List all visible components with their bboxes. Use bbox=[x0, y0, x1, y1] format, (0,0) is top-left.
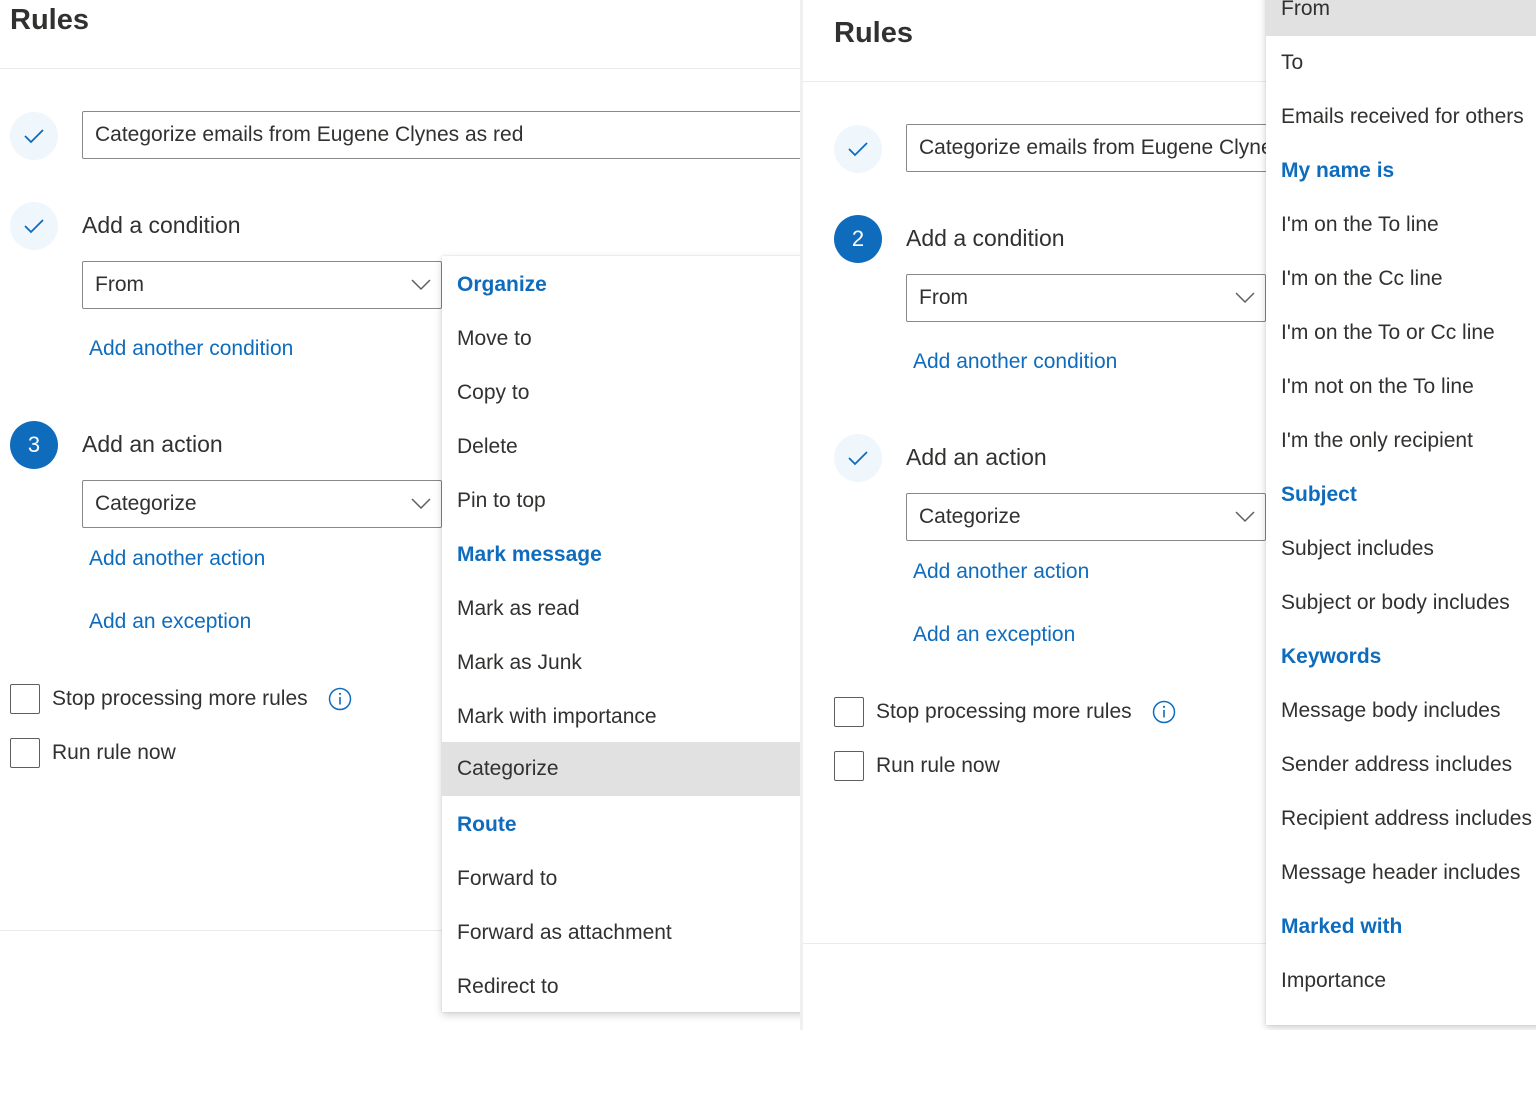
run-now-label: Run rule now bbox=[52, 741, 176, 764]
menu-item-delete[interactable]: Delete bbox=[442, 420, 800, 474]
run-now-checkbox[interactable] bbox=[834, 751, 864, 781]
page-title: Rules bbox=[10, 4, 89, 36]
step-action-status bbox=[834, 434, 882, 482]
menu-item-mark-with-importance[interactable]: Mark with importance bbox=[442, 690, 800, 744]
chevron-down-icon bbox=[411, 498, 431, 510]
menu-item-importance[interactable]: Importance bbox=[1266, 954, 1536, 1008]
run-now-checkbox[interactable] bbox=[10, 738, 40, 768]
action-dropdown-value: Categorize bbox=[95, 492, 197, 515]
action-dropdown-value: Categorize bbox=[919, 505, 1021, 528]
menu-header-mark-message: Mark message bbox=[457, 543, 602, 566]
menu-item-to[interactable]: To bbox=[1266, 36, 1536, 90]
step-action-number: 3 bbox=[10, 421, 58, 469]
condition-heading: Add a condition bbox=[906, 225, 1065, 251]
menu-item-mark-as-junk[interactable]: Mark as Junk bbox=[442, 636, 800, 690]
menu-header-organize: Organize bbox=[457, 273, 547, 296]
title-divider bbox=[0, 68, 800, 69]
run-now-option[interactable]: Run rule now bbox=[10, 738, 176, 768]
step-name-status bbox=[10, 112, 58, 160]
menu-item-pin-to-top[interactable]: Pin to top bbox=[442, 474, 800, 528]
menu-item-on-to-or-cc-line[interactable]: I'm on the To or Cc line bbox=[1266, 306, 1536, 360]
menu-item-copy-to[interactable]: Copy to bbox=[442, 366, 800, 420]
check-icon bbox=[848, 142, 868, 157]
action-menu: Organize Move to Copy to Delete Pin to t… bbox=[442, 256, 800, 1012]
menu-item-mark-as-read[interactable]: Mark as read bbox=[442, 582, 800, 636]
add-exception-link[interactable]: Add an exception bbox=[89, 610, 251, 634]
run-now-label: Run rule now bbox=[876, 754, 1000, 777]
menu-item-redirect-to[interactable]: Redirect to bbox=[442, 960, 800, 1014]
menu-item-on-to-line[interactable]: I'm on the To line bbox=[1266, 198, 1536, 252]
run-now-option[interactable]: Run rule now bbox=[834, 751, 1000, 781]
menu-header-subject: Subject bbox=[1281, 483, 1357, 506]
menu-item-sender-address-includes[interactable]: Sender address includes bbox=[1266, 738, 1536, 792]
menu-item-header-includes[interactable]: Message header includes bbox=[1266, 846, 1536, 900]
menu-item-from[interactable]: From bbox=[1266, 0, 1536, 36]
info-icon[interactable] bbox=[328, 687, 352, 711]
rules-panel-right: Rules Categorize emails from Eugene Clyn… bbox=[803, 0, 1536, 1030]
info-icon[interactable] bbox=[1152, 700, 1176, 724]
check-icon bbox=[24, 219, 44, 234]
menu-item-on-cc-line[interactable]: I'm on the Cc line bbox=[1266, 252, 1536, 306]
menu-item-received-for-others[interactable]: Emails received for others bbox=[1266, 90, 1536, 144]
menu-item-categorize[interactable]: Categorize bbox=[442, 742, 800, 796]
condition-heading: Add a condition bbox=[82, 212, 241, 238]
menu-item-recipient-address-includes[interactable]: Recipient address includes bbox=[1266, 792, 1536, 846]
rules-panel-left: Rules Categorize emails from Eugene Clyn… bbox=[0, 0, 800, 1030]
chevron-down-icon bbox=[1235, 292, 1255, 304]
menu-item-forward-to[interactable]: Forward to bbox=[442, 852, 800, 906]
stop-processing-checkbox[interactable] bbox=[834, 697, 864, 727]
stop-processing-option[interactable]: Stop processing more rules bbox=[834, 697, 1132, 727]
stop-processing-option[interactable]: Stop processing more rules bbox=[10, 684, 308, 714]
condition-menu: From To Emails received for others My na… bbox=[1266, 0, 1536, 1025]
add-exception-link[interactable]: Add an exception bbox=[913, 623, 1075, 647]
condition-dropdown-value: From bbox=[919, 286, 968, 309]
menu-item-subject-or-body-includes[interactable]: Subject or body includes bbox=[1266, 576, 1536, 630]
step-condition-status bbox=[10, 202, 58, 250]
add-another-action-link[interactable]: Add another action bbox=[913, 560, 1089, 584]
condition-dropdown-value: From bbox=[95, 273, 144, 296]
condition-dropdown[interactable]: From bbox=[82, 261, 442, 309]
add-another-condition-link[interactable]: Add another condition bbox=[913, 350, 1117, 374]
menu-item-subject-includes[interactable]: Subject includes bbox=[1266, 522, 1536, 576]
menu-header-my-name-is: My name is bbox=[1281, 159, 1395, 182]
stop-processing-label: Stop processing more rules bbox=[876, 700, 1132, 723]
stop-processing-label: Stop processing more rules bbox=[52, 687, 308, 710]
menu-header-route: Route bbox=[457, 813, 517, 836]
menu-item-body-includes[interactable]: Message body includes bbox=[1266, 684, 1536, 738]
chevron-down-icon bbox=[411, 279, 431, 291]
menu-item-not-on-to-line[interactable]: I'm not on the To line bbox=[1266, 360, 1536, 414]
chevron-down-icon bbox=[1235, 511, 1255, 523]
action-dropdown[interactable]: Categorize bbox=[906, 493, 1266, 541]
action-dropdown[interactable]: Categorize bbox=[82, 480, 442, 528]
stop-processing-checkbox[interactable] bbox=[10, 684, 40, 714]
menu-header-keywords: Keywords bbox=[1281, 645, 1382, 668]
menu-item-only-recipient[interactable]: I'm the only recipient bbox=[1266, 414, 1536, 468]
condition-dropdown[interactable]: From bbox=[906, 274, 1266, 322]
step-condition-number: 2 bbox=[834, 215, 882, 263]
add-another-condition-link[interactable]: Add another condition bbox=[89, 337, 293, 361]
action-heading: Add an action bbox=[82, 431, 223, 457]
menu-header-marked-with: Marked with bbox=[1281, 915, 1403, 938]
check-icon bbox=[848, 451, 868, 466]
menu-item-forward-as-attachment[interactable]: Forward as attachment bbox=[442, 906, 800, 960]
action-heading: Add an action bbox=[906, 444, 1047, 470]
rule-name-input[interactable]: Categorize emails from Eugene Clynes as … bbox=[82, 111, 800, 159]
step-name-status bbox=[834, 125, 882, 173]
page-title: Rules bbox=[834, 17, 913, 49]
menu-item-move-to[interactable]: Move to bbox=[442, 312, 800, 366]
check-icon bbox=[24, 129, 44, 144]
add-another-action-link[interactable]: Add another action bbox=[89, 547, 265, 571]
